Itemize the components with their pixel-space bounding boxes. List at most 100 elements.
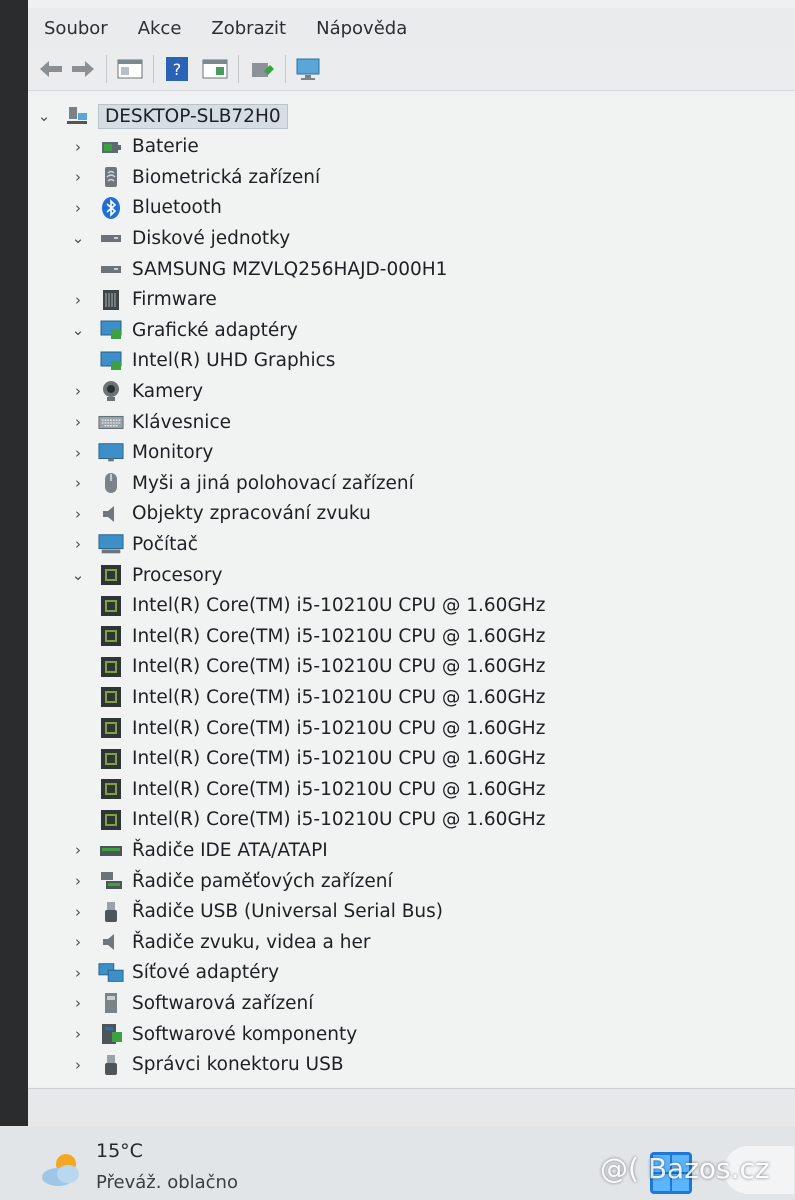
menu-zobrazit[interactable]: Zobrazit: [195, 18, 300, 39]
disk-drive-icon: [98, 226, 124, 250]
ide-controller-icon: [98, 838, 124, 862]
back-arrow-icon[interactable]: [36, 54, 66, 84]
tree-item-label: Objekty zpracování zvuku: [132, 503, 371, 525]
forward-arrow-icon[interactable]: [68, 54, 98, 84]
chevron-right-icon[interactable]: ›: [70, 872, 86, 890]
menu-napoveda[interactable]: Nápověda: [300, 18, 421, 39]
chevron-right-icon[interactable]: ›: [70, 291, 86, 309]
tree-category-item[interactable]: › Softwarové komponenty: [70, 1020, 357, 1048]
mouse-icon: [98, 471, 124, 495]
chevron-right-icon[interactable]: ›: [70, 1025, 86, 1043]
chevron-right-icon[interactable]: ›: [70, 1056, 86, 1074]
tree-category-item[interactable]: › Řadiče IDE ATA/ATAPI: [70, 836, 328, 864]
usb-icon: [98, 1053, 124, 1077]
help-icon[interactable]: ?: [162, 54, 192, 84]
tree-item-label: Intel(R) Core(TM) i5-10210U CPU @ 1.60GH…: [132, 656, 546, 678]
tree-item-label: Intel(R) Core(TM) i5-10210U CPU @ 1.60GH…: [132, 686, 546, 708]
processor-icon: [98, 655, 124, 679]
cloud-sun-icon[interactable]: [38, 1150, 84, 1190]
chevron-right-icon[interactable]: ›: [70, 474, 86, 492]
tree-device-item[interactable]: Intel(R) UHD Graphics: [98, 347, 335, 375]
computer-network-icon: [64, 104, 90, 128]
tree-category-item[interactable]: › Počítač: [70, 530, 198, 558]
tree-item-label: Intel(R) Core(TM) i5-10210U CPU @ 1.60GH…: [132, 809, 546, 831]
monitor-scan-icon[interactable]: [294, 54, 324, 84]
tree-category-item[interactable]: ⌄ Procesory: [70, 561, 223, 589]
tree-device-item[interactable]: Intel(R) Core(TM) i5-10210U CPU @ 1.60GH…: [98, 653, 545, 681]
tree-category-item[interactable]: › Síťové adaptéry: [70, 959, 279, 987]
chevron-right-icon[interactable]: ›: [70, 994, 86, 1012]
device-tree: ⌄ DESKTOP-SLB72H0 › Baterie › Biometrická z…: [28, 96, 795, 1086]
view-pane-icon[interactable]: [200, 54, 230, 84]
processor-icon: [98, 624, 124, 648]
bluetooth-icon: [98, 196, 124, 220]
tree-device-item[interactable]: Intel(R) Core(TM) i5-10210U CPU @ 1.60GH…: [98, 622, 545, 650]
tree-item-label: Intel(R) Core(TM) i5-10210U CPU @ 1.60GH…: [132, 748, 546, 770]
tree-root[interactable]: ⌄ DESKTOP-SLB72H0: [36, 102, 288, 130]
chevron-right-icon[interactable]: ›: [70, 138, 86, 156]
tree-device-item[interactable]: Intel(R) Core(TM) i5-10210U CPU @ 1.60GH…: [98, 592, 545, 620]
chevron-down-icon[interactable]: ⌄: [36, 107, 52, 125]
keyboard-icon: [98, 410, 124, 434]
tree-device-item[interactable]: Intel(R) Core(TM) i5-10210U CPU @ 1.60GH…: [98, 806, 545, 834]
processor-icon: [98, 747, 124, 771]
chevron-right-icon[interactable]: ›: [70, 964, 86, 982]
tree-category-item[interactable]: › Klávesnice: [70, 408, 231, 436]
monitor-icon: [98, 441, 124, 465]
watermark: @( Bazos.cz: [600, 1152, 770, 1185]
fingerprint-icon: [98, 165, 124, 189]
tree-device-item[interactable]: Intel(R) Core(TM) i5-10210U CPU @ 1.60GH…: [98, 714, 545, 742]
tree-device-item[interactable]: Intel(R) Core(TM) i5-10210U CPU @ 1.60GH…: [98, 775, 545, 803]
software-component-icon: [98, 1022, 124, 1046]
weather-temperature[interactable]: 15°C: [96, 1140, 143, 1162]
toolbar-separator: [285, 55, 286, 83]
tree-category-item[interactable]: › Softwarová zařízení: [70, 989, 313, 1017]
tree-category-item[interactable]: › Myši a jiná polohovací zařízení: [70, 469, 414, 497]
tree-device-item[interactable]: Intel(R) Core(TM) i5-10210U CPU @ 1.60GH…: [98, 683, 545, 711]
processor-icon: [98, 716, 124, 740]
tree-category-item[interactable]: ⌄ Diskové jednotky: [70, 224, 290, 252]
tree-item-label: Klávesnice: [132, 411, 231, 433]
menu-akce[interactable]: Akce: [122, 18, 196, 39]
chevron-down-icon[interactable]: ⌄: [70, 321, 86, 339]
tree-category-item[interactable]: › Kamery: [70, 377, 203, 405]
tree-item-label: SAMSUNG MZVLQ256HAJD-000H1: [132, 258, 448, 280]
tree-device-item[interactable]: Intel(R) Core(TM) i5-10210U CPU @ 1.60GH…: [98, 745, 545, 773]
chevron-right-icon[interactable]: ›: [70, 199, 86, 217]
network-adapter-icon: [98, 961, 124, 985]
tree-category-item[interactable]: › Biometrická zařízení: [70, 163, 320, 191]
chevron-right-icon[interactable]: ›: [70, 903, 86, 921]
chevron-right-icon[interactable]: ›: [70, 413, 86, 431]
chevron-down-icon[interactable]: ⌄: [70, 566, 86, 584]
update-driver-icon[interactable]: [247, 54, 277, 84]
menu-soubor[interactable]: Soubor: [28, 18, 122, 39]
chevron-right-icon[interactable]: ›: [70, 382, 86, 400]
usb-icon: [98, 900, 124, 924]
tree-category-item[interactable]: › Firmware: [70, 286, 217, 314]
tree-category-item[interactable]: › Objekty zpracování zvuku: [70, 500, 371, 528]
chevron-down-icon[interactable]: ⌄: [70, 229, 86, 247]
chevron-right-icon[interactable]: ›: [70, 841, 86, 859]
tree-category-item[interactable]: › Řadiče zvuku, videa a her: [70, 928, 370, 956]
tree-category-item[interactable]: › Řadiče paměťových zařízení: [70, 867, 393, 895]
processor-icon: [98, 563, 124, 587]
toolbar-separator: [153, 55, 154, 83]
tree-category-item[interactable]: › Řadiče USB (Universal Serial Bus): [70, 898, 443, 926]
weather-condition[interactable]: Převáž. oblačno: [96, 1172, 238, 1193]
tree-category-item[interactable]: ⌄ Grafické adaptéry: [70, 316, 298, 344]
tree-category-item[interactable]: › Bluetooth: [70, 194, 222, 222]
chevron-right-icon[interactable]: ›: [70, 168, 86, 186]
toolbar: ?: [28, 48, 795, 91]
camera-icon: [98, 379, 124, 403]
chevron-right-icon[interactable]: ›: [70, 505, 86, 523]
chevron-right-icon[interactable]: ›: [70, 933, 86, 951]
chevron-right-icon[interactable]: ›: [70, 535, 86, 553]
tree-item-label: Správci konektoru USB: [132, 1054, 344, 1076]
tree-category-item[interactable]: › Baterie: [70, 133, 199, 161]
tree-device-item[interactable]: SAMSUNG MZVLQ256HAJD-000H1: [98, 255, 447, 283]
chevron-right-icon[interactable]: ›: [70, 444, 86, 462]
tree-category-item[interactable]: › Monitory: [70, 439, 213, 467]
tree-category-item[interactable]: › Správci konektoru USB: [70, 1051, 344, 1079]
storage-controller-icon: [98, 869, 124, 893]
properties-pane-icon[interactable]: [115, 54, 145, 84]
